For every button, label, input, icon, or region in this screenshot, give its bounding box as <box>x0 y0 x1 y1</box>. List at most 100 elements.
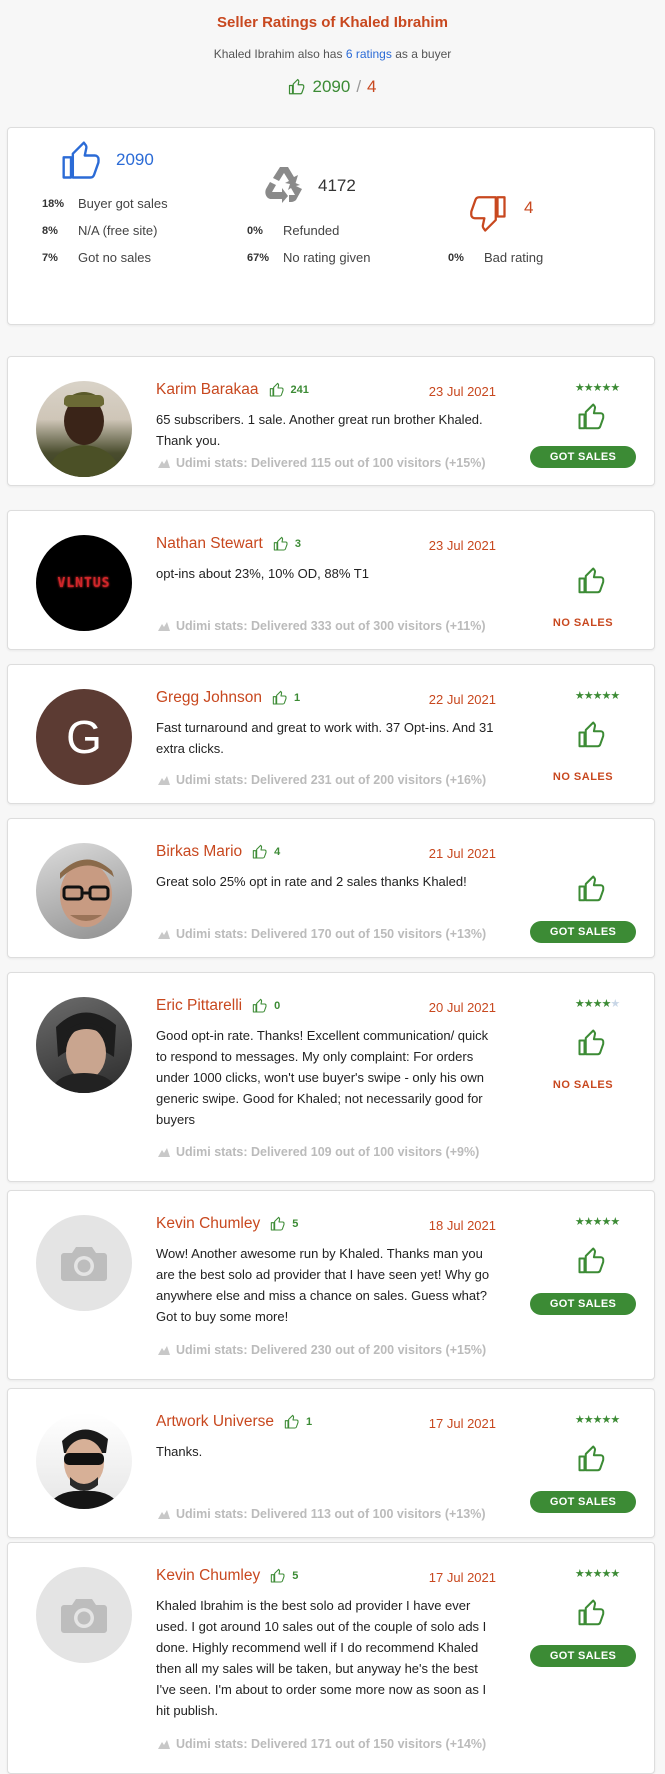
avatar[interactable] <box>36 381 132 477</box>
star-icon: ★ <box>610 1216 620 1228</box>
star-rating: ★★★★★ <box>557 1567 637 1580</box>
review-comment: Wow! Another awesome run by Khaled. Than… <box>156 1246 490 1324</box>
star-icon: ★ <box>574 998 585 1010</box>
star-icon: ★ <box>574 1414 585 1426</box>
review-card: VLNTUS Nathan Stewart 3 23 Jul 2021 opt-i… <box>7 510 655 650</box>
star-icon: ★ <box>583 382 594 394</box>
review-date: 23 Jul 2021 <box>428 384 496 399</box>
profile-photo <box>46 1429 122 1509</box>
avatar[interactable] <box>36 1567 132 1663</box>
star-icon: ★ <box>601 1216 611 1228</box>
avatar-logo-text: VLNTUS <box>57 575 111 591</box>
chart-icon <box>158 1740 170 1749</box>
thumbs-up-icon <box>578 1599 605 1626</box>
avatar[interactable]: VLNTUS <box>36 535 132 631</box>
thumbs-up-icon <box>578 403 605 430</box>
udimi-stats: Udimi stats: Delivered 230 out of 200 vi… <box>158 1343 486 1357</box>
reviewer-likes: 5 <box>270 1568 298 1584</box>
buyer-ratings-note: Khaled Ibrahim also has 6 ratings as a b… <box>213 47 452 61</box>
buyer-ratings-link[interactable]: 6 ratings <box>346 47 392 61</box>
review-card: Artwork Universe 1 17 Jul 2021 Thanks. Ud… <box>7 1388 655 1538</box>
star-icon: ★ <box>574 690 585 702</box>
positive-count: 2090 <box>116 150 154 169</box>
review-comment: Good opt-in rate. Thanks! Excellent comm… <box>156 1028 489 1127</box>
rating-thumb <box>577 720 607 755</box>
review-comment: Thanks. <box>156 1444 203 1459</box>
star-rating: ★★★★★ <box>557 1413 637 1426</box>
chart-icon <box>158 1148 170 1157</box>
review-card: G Gregg Johnson 1 22 Jul 2021 Fast turnar… <box>7 664 655 804</box>
udimi-stats: Udimi stats: Delivered 170 out of 150 vi… <box>158 927 486 941</box>
thumbs-up-icon <box>289 78 305 95</box>
thumbs-down-icon <box>470 196 506 232</box>
star-icon: ★ <box>583 1568 594 1580</box>
udimi-stats: Udimi stats: Delivered 115 out of 100 vi… <box>158 456 486 470</box>
chart-icon <box>158 930 170 939</box>
reviewer-name[interactable]: Kevin Chumley <box>156 1215 260 1233</box>
thumbs-up-icon <box>578 1247 605 1274</box>
udimi-stats: Udimi stats: Delivered 231 out of 200 vi… <box>158 773 486 787</box>
star-icon: ★ <box>601 382 611 394</box>
no-sales-label: NO SALES <box>552 1079 614 1091</box>
star-icon: ★ <box>574 382 585 394</box>
reviewer-likes: 241 <box>269 382 309 398</box>
reviewer-name[interactable]: Eric Pittarelli <box>156 997 242 1015</box>
star-icon: ★ <box>574 1568 585 1580</box>
reviewer-name[interactable]: Nathan Stewart <box>156 535 263 553</box>
avatar[interactable]: G <box>36 689 132 785</box>
reviewer-name[interactable]: Birkas Mario <box>156 843 242 861</box>
page-header: Seller Ratings of Khaled Ibrahim Khaled … <box>0 0 665 120</box>
star-icon: ★ <box>583 998 594 1010</box>
review-card: Birkas Mario 4 21 Jul 2021 Great solo 25%… <box>7 818 655 958</box>
review-comment: Khaled Ibrahim is the best solo ad provi… <box>156 1598 487 1718</box>
chart-icon <box>158 776 170 785</box>
negative-count: 4 <box>524 198 534 217</box>
review-date: 22 Jul 2021 <box>428 692 496 707</box>
review-date: 18 Jul 2021 <box>428 1218 496 1233</box>
neutral-count: 4172 <box>318 176 356 195</box>
review-date: 21 Jul 2021 <box>428 846 496 861</box>
avatar[interactable] <box>36 843 132 939</box>
rating-thumb <box>577 1598 607 1633</box>
camera-icon <box>61 1599 107 1633</box>
udimi-stats: Udimi stats: Delivered 113 out of 100 vi… <box>158 1507 486 1521</box>
positive-total: 2090 <box>312 77 351 96</box>
avatar[interactable] <box>36 1413 132 1509</box>
got-sales-badge: GOT SALES <box>530 1491 636 1513</box>
star-icon: ★ <box>601 1414 611 1426</box>
star-icon: ★ <box>583 690 594 702</box>
star-icon: ★ <box>583 1414 594 1426</box>
reviewer-likes: 0 <box>252 998 280 1014</box>
star-icon: ★ <box>601 1568 611 1580</box>
reviewer-name[interactable]: Karim Barakaa <box>156 381 259 399</box>
avatar[interactable] <box>36 1215 132 1311</box>
thumbs-up-icon <box>578 721 605 748</box>
star-icon: ★ <box>601 998 611 1010</box>
reviewer-likes: 4 <box>252 844 280 860</box>
review-card: Kevin Chumley 5 17 Jul 2021 Khaled Ibrahi… <box>7 1542 655 1774</box>
thumbs-up-icon <box>578 567 605 594</box>
reviewer-likes: 1 <box>284 1414 312 1430</box>
star-rating: ★★★★★ <box>557 381 637 394</box>
chart-icon <box>158 1510 170 1519</box>
thumbs-up-icon <box>252 844 267 859</box>
star-icon: ★ <box>574 1216 585 1228</box>
star-icon: ★ <box>610 690 620 702</box>
review-card: Kevin Chumley 5 18 Jul 2021 Wow! Another … <box>7 1190 655 1380</box>
rating-thumb <box>577 402 607 437</box>
review-card: Eric Pittarelli 0 20 Jul 2021 Good opt-in… <box>7 972 655 1182</box>
udimi-stats: Udimi stats: Delivered 333 out of 300 vi… <box>158 619 486 633</box>
avatar[interactable] <box>36 997 132 1093</box>
thumbs-up-icon <box>272 690 287 705</box>
review-card: Karim Barakaa 241 23 Jul 2021 65 subscrib… <box>7 356 655 486</box>
reviewer-name[interactable]: Kevin Chumley <box>156 1567 260 1585</box>
star-icon: ★ <box>601 690 611 702</box>
star-rating: ★★★★★ <box>557 689 637 702</box>
thumbs-up-icon <box>578 875 605 902</box>
negative-total: 4 <box>367 77 377 96</box>
reviewer-name[interactable]: Artwork Universe <box>156 1413 274 1431</box>
reviewer-name[interactable]: Gregg Johnson <box>156 689 262 707</box>
rating-thumb <box>577 874 607 909</box>
reviewer-likes: 1 <box>272 690 300 706</box>
rating-thumb <box>577 1246 607 1281</box>
